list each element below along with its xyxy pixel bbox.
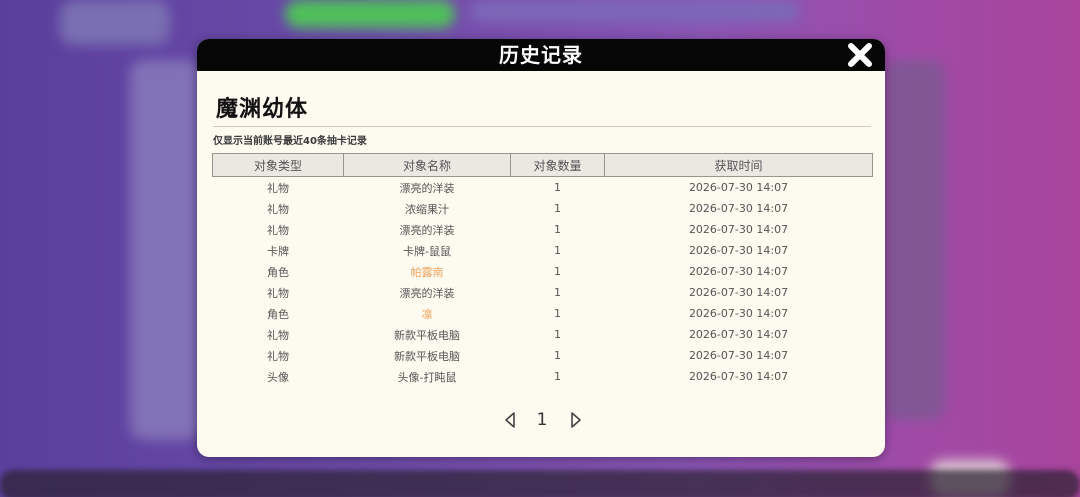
cell-object-name: 卡牌-鼠鼠 [403,244,451,258]
column-header-name: 对象名称 [343,153,511,177]
cell-acquire-time: 2026-07-30 14:07 [688,328,789,341]
cell-object-quantity: 1 [554,370,561,383]
pool-title: 魔渊幼体 [216,97,309,122]
cell-object-quantity: 1 [554,307,561,320]
cell-object-name: 漂亮的洋装 [399,286,455,300]
cell-object-quantity: 1 [554,328,561,341]
table-row: 礼物 浓缩果汁 1 2026-07-30 14:07 [213,198,873,219]
table-row: 礼物 漂亮的洋装 1 2026-07-30 14:07 [213,177,873,199]
pagination: 1 [497,407,587,433]
cell-object-quantity: 1 [554,181,561,194]
history-modal: 历史记录 魔渊幼体 仅显示当前账号最近40条抽卡记录 对象类型 对象名称 对象数… [197,39,885,457]
cell-object-type: 卡牌 [267,244,289,258]
table-row: 角色 凛 1 2026-07-30 14:07 [213,303,873,324]
cell-object-name: 新款平板电脑 [394,349,460,363]
cell-object-type: 礼物 [267,349,289,363]
divider [213,126,871,127]
prev-page-button[interactable] [503,411,517,429]
cell-object-name: 漂亮的洋装 [399,223,455,237]
cell-acquire-time: 2026-07-30 14:07 [688,244,789,257]
cell-object-type: 礼物 [267,202,289,216]
cell-object-quantity: 1 [554,286,561,299]
cell-object-type: 礼物 [267,223,289,237]
triangle-left-outline-icon [505,412,515,428]
table-row: 礼物 漂亮的洋装 1 2026-07-30 14:07 [213,219,873,240]
table-row: 礼物 新款平板电脑 1 2026-07-30 14:07 [213,345,873,366]
cell-object-quantity: 1 [554,223,561,236]
cell-object-name: 头像-打盹鼠 [397,370,457,384]
close-icon [848,43,872,67]
close-button[interactable] [847,42,873,68]
cell-object-name: 新款平板电脑 [394,328,460,342]
cell-acquire-time: 2026-07-30 14:07 [688,265,789,278]
cell-acquire-time: 2026-07-30 14:07 [688,202,789,215]
table-row: 卡牌 卡牌-鼠鼠 1 2026-07-30 14:07 [213,240,873,261]
cell-acquire-time: 2026-07-30 14:07 [688,370,789,383]
cell-object-quantity: 1 [554,202,561,215]
cell-acquire-time: 2026-07-30 14:07 [688,349,789,362]
table-row: 礼物 漂亮的洋装 1 2026-07-30 14:07 [213,282,873,303]
table-row: 头像 头像-打盹鼠 1 2026-07-30 14:07 [213,366,873,387]
cell-object-type: 头像 [267,370,289,384]
cell-acquire-time: 2026-07-30 14:07 [688,307,789,320]
cell-object-quantity: 1 [554,244,561,257]
table-row: 礼物 新款平板电脑 1 2026-07-30 14:07 [213,324,873,345]
column-header-time: 获取时间 [604,153,873,177]
cell-object-quantity: 1 [554,349,561,362]
cell-acquire-time: 2026-07-30 14:07 [688,223,789,236]
cell-object-type: 角色 [267,265,289,279]
column-header-type: 对象类型 [212,153,344,177]
cell-object-name: 凛 [421,307,433,321]
next-page-button[interactable] [569,411,583,429]
table-row: 角色 帕露南 1 2026-07-30 14:07 [213,261,873,282]
column-header-quantity: 对象数量 [510,153,605,177]
cell-acquire-time: 2026-07-30 14:07 [688,181,789,194]
cell-object-type: 礼物 [267,181,289,195]
cell-object-type: 角色 [267,307,289,321]
table-header-row: 对象类型 对象名称 对象数量 获取时间 [212,153,873,177]
cell-object-name: 漂亮的洋装 [399,181,455,195]
cell-object-name: 帕露南 [410,265,444,279]
record-notice: 仅显示当前账号最近40条抽卡记录 [213,136,367,147]
cell-acquire-time: 2026-07-30 14:07 [688,286,789,299]
cell-object-quantity: 1 [554,265,561,278]
cell-object-name: 浓缩果汁 [405,202,449,216]
triangle-right-outline-icon [571,412,581,428]
modal-title: 历史记录 [499,43,583,67]
cell-object-type: 礼物 [267,328,289,342]
cell-object-type: 礼物 [267,286,289,300]
current-page-number: 1 [536,410,548,430]
records-table: 对象类型 对象名称 对象数量 获取时间 礼物 漂亮的洋装 1 2026-07-30 1… [212,153,873,387]
